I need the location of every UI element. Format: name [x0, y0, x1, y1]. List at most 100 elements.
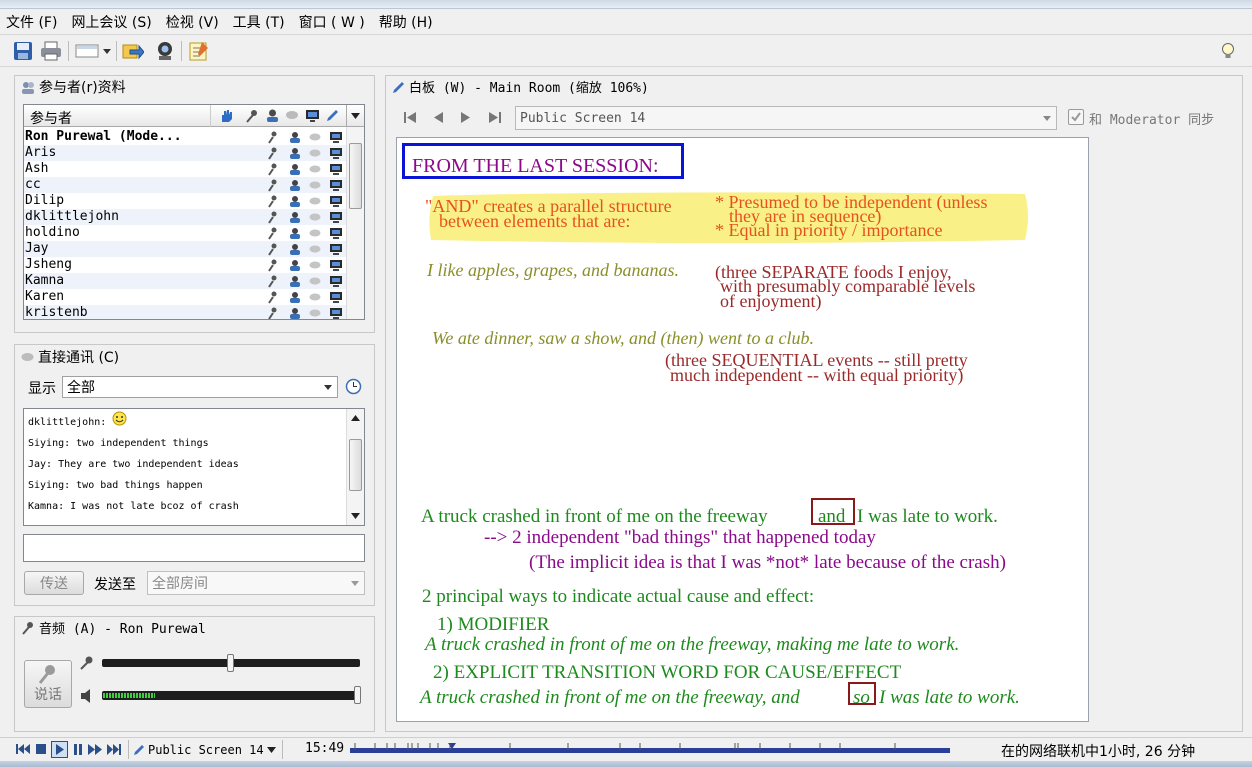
participants-list[interactable]: 参与者 Ron Purewal (Mode... Aris Ash cc Dil… [23, 104, 365, 320]
smiley-icon [112, 411, 127, 426]
chat-message: Jay: They are two independent ideas [28, 459, 239, 470]
toolbar-separator [68, 41, 69, 61]
bullet-2: * Equal in priority / importance [715, 220, 943, 240]
previous-screen-icon[interactable] [433, 112, 443, 123]
scroll-up-icon[interactable] [351, 415, 360, 421]
chat-title: 直接通讯 (C) [38, 350, 120, 366]
explicit-heading: 2) EXPLICIT TRANSITION WORD FOR CAUSE/EF… [433, 662, 902, 683]
participant-row[interactable]: dklittlejohn [24, 209, 359, 225]
participant-name: Ash [25, 161, 49, 176]
participants-header: 参与者(r)资料 [21, 77, 126, 97]
menu-tools[interactable]: 工具 (T) [233, 12, 285, 32]
scrollbar-thumb[interactable] [349, 143, 362, 209]
playback-bar: Public Screen 14 15:49 在的网络联机中1小时, 26 分钟 [0, 737, 1252, 761]
send-button[interactable]: 传送 [24, 571, 84, 595]
skip-end-icon[interactable] [107, 744, 122, 755]
send-to-value: 全部房间 [152, 576, 208, 592]
notes-button[interactable] [187, 39, 211, 63]
screen-column-icon[interactable] [305, 108, 320, 123]
send-to-select[interactable]: 全部房间 [147, 571, 365, 595]
participant-row[interactable]: Karen [24, 289, 359, 305]
talk-button[interactable]: 说话 [24, 660, 72, 708]
participants-column-header[interactable]: 参与者 [30, 108, 72, 128]
participant-row[interactable]: cc [24, 177, 359, 193]
fast-forward-icon[interactable] [88, 744, 102, 755]
menu-file[interactable]: 文件 (F) [6, 12, 57, 32]
audio-header: 音频 (A) - Ron Purewal [21, 618, 206, 637]
participant-row[interactable]: Ron Purewal (Mode... [24, 129, 359, 145]
share-button[interactable] [121, 39, 145, 63]
participant-row[interactable]: Dilip [24, 193, 359, 209]
participant-row[interactable]: Aris [24, 145, 359, 161]
menu-bar: 文件 (F) 网上会议 (S) 检视 (V) 工具 (T) 窗口 ( W ) 帮… [0, 9, 1252, 35]
participant-name: Kamna [25, 273, 65, 288]
raise-hand-icon[interactable] [219, 109, 233, 123]
stop-icon[interactable] [36, 744, 46, 754]
menu-session[interactable]: 网上会议 (S) [71, 12, 151, 32]
participant-name: Dilip [25, 193, 65, 208]
chat-message: Kamna: I was not late bcoz of crash [28, 501, 239, 512]
speaker-volume-slider[interactable] [102, 691, 360, 700]
first-screen-icon[interactable] [404, 112, 416, 123]
timeline[interactable] [350, 740, 950, 759]
last-screen-icon[interactable] [489, 112, 501, 123]
save-button[interactable] [11, 39, 35, 63]
hint-button[interactable] [1216, 39, 1240, 63]
webcam-icon [158, 42, 172, 60]
presenter-column-icon[interactable] [265, 108, 280, 123]
chat-filter-select[interactable]: 全部 [62, 376, 338, 398]
participant-name: kristenb [25, 305, 88, 320]
play-button[interactable] [51, 741, 68, 758]
sync-checkbox[interactable] [1068, 109, 1084, 125]
participants-scrollbar[interactable] [346, 127, 364, 319]
column-menu-button[interactable] [346, 105, 364, 127]
chevron-down-icon [324, 385, 332, 390]
webcam-button[interactable] [153, 39, 177, 63]
screen-select[interactable]: Public Screen 14 [515, 106, 1057, 130]
play-icon [56, 744, 64, 755]
participants-title: 参与者(r)资料 [39, 80, 126, 96]
chat-column-icon[interactable] [285, 109, 299, 121]
scroll-down-icon[interactable] [351, 513, 360, 519]
explicit-example-end: I was late to work. [879, 687, 1020, 708]
so-box [848, 682, 876, 705]
whiteboard-canvas[interactable]: FROM THE LAST SESSION: "AND" creates a p… [396, 137, 1089, 722]
clock-icon[interactable] [345, 378, 362, 395]
chat-input[interactable] [23, 534, 365, 562]
send-to-label: 发送至 [94, 577, 136, 593]
rewind-start-icon[interactable] [16, 743, 30, 755]
chat-message: Siying: two bad things happen [28, 480, 203, 491]
microphone-icon [22, 621, 33, 635]
timeline-track [350, 743, 950, 753]
menu-window[interactable]: 窗口 ( W ) [299, 12, 365, 32]
menu-view[interactable]: 检视 (V) [166, 12, 219, 32]
participant-name: Jsheng [25, 257, 72, 272]
layout-dropdown-button[interactable] [74, 39, 114, 63]
pause-icon[interactable] [73, 744, 83, 755]
participant-row[interactable]: Ash [24, 161, 359, 177]
chat-message: dklittlejohn: [28, 417, 107, 428]
participant-row[interactable]: kristenb [24, 305, 359, 320]
note-2b: much independent -- with equal priority) [670, 365, 964, 385]
microphone-column-icon[interactable] [245, 109, 259, 123]
menu-help[interactable]: 帮助 (H) [379, 12, 433, 32]
mic-level-icon [80, 656, 93, 670]
truck-sentence-end: I was late to work. [857, 506, 998, 527]
participant-row[interactable]: holdino [24, 225, 359, 241]
participant-row[interactable]: Jsheng [24, 257, 359, 273]
mic-volume-knob[interactable] [227, 654, 234, 672]
scrollbar-thumb[interactable] [349, 439, 362, 491]
chat-scrollbar[interactable] [346, 409, 364, 525]
pen-column-icon[interactable] [325, 108, 339, 122]
screen-picker[interactable]: Public Screen 14 [133, 740, 279, 759]
speaker-activity-meter [103, 693, 155, 698]
print-button[interactable] [39, 39, 63, 63]
participant-row[interactable]: Kamna [24, 273, 359, 289]
mic-volume-slider[interactable] [102, 654, 360, 672]
participant-row[interactable]: Jay [24, 241, 359, 257]
next-screen-icon[interactable] [461, 112, 471, 123]
participant-name: holdino [25, 225, 80, 240]
speaker-volume-knob[interactable] [354, 686, 361, 704]
connection-status: 在的网络联机中1小时, 26 分钟 [1001, 744, 1196, 760]
participant-name: Aris [25, 145, 57, 160]
